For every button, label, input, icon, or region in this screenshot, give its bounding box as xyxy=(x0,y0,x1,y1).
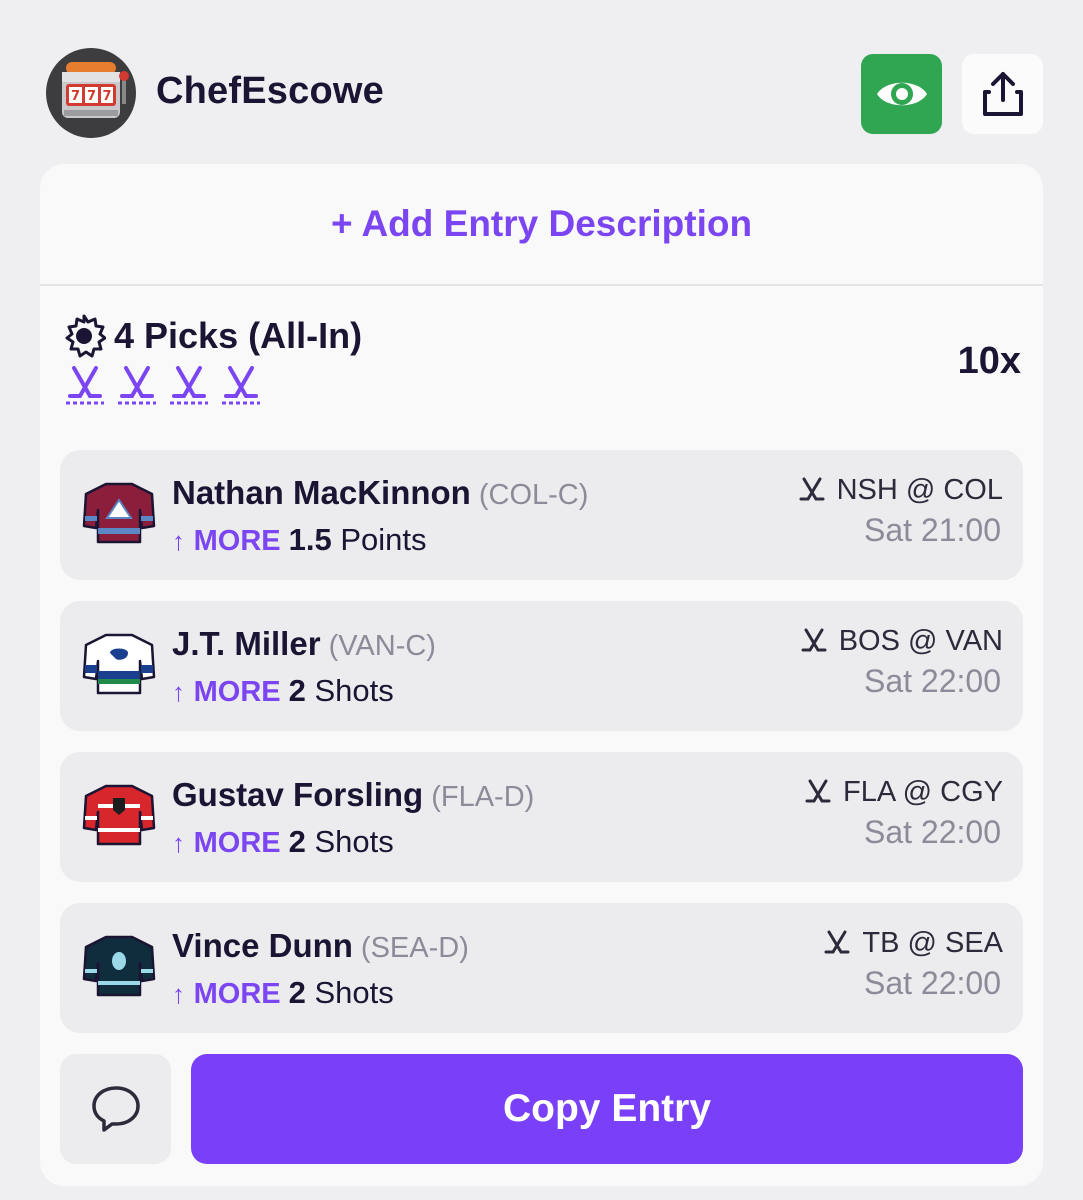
game-matchup: FLA @ CGY xyxy=(803,776,1003,809)
hockey-sticks-icon xyxy=(66,366,104,405)
arrow-up-icon: ↑ xyxy=(172,677,185,707)
chat-bubble-icon xyxy=(91,1086,140,1132)
pick-direction: MORE xyxy=(193,676,281,708)
jersey-icon xyxy=(82,935,156,997)
game-matchup: NSH @ COL xyxy=(797,474,1003,507)
player-name: J.T. Miller (VAN-C) xyxy=(172,625,436,662)
hockey-sticks-icon xyxy=(824,930,850,953)
share-button[interactable] xyxy=(962,54,1043,134)
username[interactable]: ChefEscowe xyxy=(156,70,384,113)
jersey-icon xyxy=(82,633,156,695)
pick-stat: Shots xyxy=(314,975,394,1010)
add-description-button[interactable]: + Add Entry Description xyxy=(40,164,1043,286)
hockey-sticks-icon xyxy=(805,779,831,802)
player-position: (SEA-D) xyxy=(360,932,469,964)
add-description-label: + Add Entry Description xyxy=(330,203,753,244)
gear-icon xyxy=(65,314,106,358)
hockey-sticks-icon xyxy=(170,366,208,405)
svg-text:7: 7 xyxy=(87,89,96,104)
pick-line: ↑ MORE 2 Shots xyxy=(172,673,394,709)
pick-value: 2 xyxy=(288,673,306,708)
pick-line: ↑ MORE 2 Shots xyxy=(172,824,394,860)
pick-card[interactable]: Gustav Forsling (FLA-D) ↑ MORE 2 Shots FLA… xyxy=(60,752,1023,882)
picks-summary: 4 Picks (All-In) xyxy=(62,314,362,358)
pick-line: ↑ MORE 1.5 Points xyxy=(172,522,427,558)
entry-card: + Add Entry Description 4 Picks (All-In)… xyxy=(40,164,1043,1186)
jersey-icon xyxy=(82,784,156,846)
view-toggle-button[interactable] xyxy=(861,54,942,134)
player-name: Nathan MacKinnon (COL-C) xyxy=(172,474,589,511)
arrow-up-icon: ↑ xyxy=(172,979,185,1009)
pick-direction: MORE xyxy=(193,827,281,859)
pick-stat: Shots xyxy=(314,824,394,859)
copy-entry-label: Copy Entry xyxy=(502,1087,712,1130)
game-time: Sat 22:00 xyxy=(864,663,1001,699)
pick-direction: MORE xyxy=(193,525,281,557)
pick-stat: Shots xyxy=(314,673,394,708)
avatar[interactable]: 7 7 7 xyxy=(46,48,136,138)
player-position: (FLA-D) xyxy=(431,781,535,813)
pick-value: 2 xyxy=(288,824,306,859)
sport-icons-row xyxy=(64,366,272,406)
pick-value: 1.5 xyxy=(288,522,332,557)
hockey-sticks-icon xyxy=(118,366,156,405)
pick-value: 2 xyxy=(288,975,306,1010)
slot-machine-icon: 7 7 7 xyxy=(62,62,129,118)
copy-entry-button[interactable]: Copy Entry xyxy=(191,1054,1023,1164)
game-time: Sat 22:00 xyxy=(864,814,1001,850)
game-matchup: TB @ SEA xyxy=(822,927,1003,960)
comment-button[interactable] xyxy=(60,1054,171,1164)
game-matchup: BOS @ VAN xyxy=(799,625,1003,658)
player-name: Gustav Forsling (FLA-D) xyxy=(172,776,535,813)
svg-text:7: 7 xyxy=(102,89,111,104)
player-position: (VAN-C) xyxy=(328,630,436,662)
pick-line: ↑ MORE 2 Shots xyxy=(172,975,394,1011)
player-position: (COL-C) xyxy=(478,479,589,511)
svg-text:7: 7 xyxy=(71,89,80,104)
arrow-up-icon: ↑ xyxy=(172,828,185,858)
pick-card[interactable]: Nathan MacKinnon (COL-C) ↑ MORE 1.5 Points… xyxy=(60,450,1023,580)
player-name: Vince Dunn (SEA-D) xyxy=(172,927,469,964)
hockey-sticks-icon xyxy=(799,477,825,500)
game-time: Sat 21:00 xyxy=(864,512,1001,548)
pick-card[interactable]: Vince Dunn (SEA-D) ↑ MORE 2 Shots TB @ SEA… xyxy=(60,903,1023,1033)
pick-card[interactable]: J.T. Miller (VAN-C) ↑ MORE 2 Shots BOS @ V… xyxy=(60,601,1023,731)
picks-label: 4 Picks (All-In) xyxy=(114,315,363,356)
eye-icon xyxy=(876,82,927,106)
entry-header: 7 7 7 ChefEscowe xyxy=(46,48,1043,140)
share-icon xyxy=(982,72,1023,116)
hockey-sticks-icon xyxy=(222,366,260,405)
payout-multiplier: 10x xyxy=(957,340,1021,382)
hockey-sticks-icon xyxy=(801,628,827,651)
jersey-icon xyxy=(82,482,156,544)
pick-direction: MORE xyxy=(193,978,281,1010)
pick-stat: Points xyxy=(340,522,427,557)
arrow-up-icon: ↑ xyxy=(172,526,185,556)
game-time: Sat 22:00 xyxy=(864,965,1001,1001)
